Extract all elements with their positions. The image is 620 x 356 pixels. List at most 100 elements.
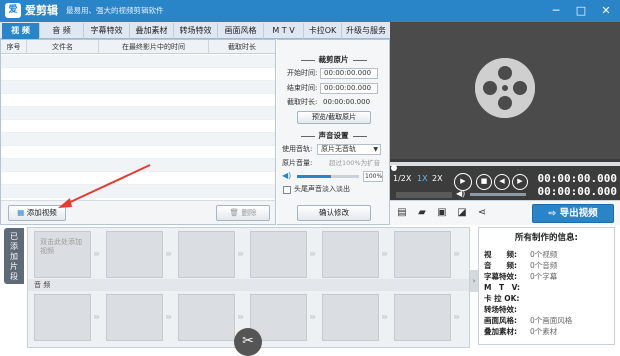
table-row[interactable]: [1, 120, 275, 133]
end-time-input[interactable]: 00:00:00.000: [320, 83, 378, 94]
stop-button[interactable]: ■: [476, 174, 492, 190]
clip-slot[interactable]: [34, 294, 91, 341]
app-slogan: 最易用、强大的视频剪辑软件: [66, 6, 164, 15]
save-icon[interactable]: ▣: [436, 207, 448, 218]
clip-slot[interactable]: [106, 231, 163, 278]
table-row[interactable]: [1, 185, 275, 198]
chevron-right-icon: »: [237, 247, 245, 260]
table-row[interactable]: [1, 133, 275, 146]
add-video-button[interactable]: ▦ 添加视频: [8, 205, 66, 221]
volume-label: 原片音量:: [282, 159, 313, 167]
preview-toolbar: ▤ ▰ ▣ ◪ ⋖ ⇨ 导出视频: [390, 200, 620, 225]
info-label: 叠加素材:: [484, 327, 517, 336]
chevron-right-icon: »: [165, 310, 173, 323]
chevron-right-icon: »: [309, 310, 317, 323]
export-video-button[interactable]: ⇨ 导出视频: [532, 204, 614, 223]
tab-karaoke[interactable]: 卡拉OK: [304, 23, 342, 39]
total-time: 00:00:00.000: [537, 185, 617, 198]
table-row[interactable]: [1, 94, 275, 107]
snapshot-icon[interactable]: ▤: [396, 207, 408, 218]
chevron-down-icon: ▼: [373, 146, 378, 153]
audio-track-label: 音 频: [34, 281, 51, 289]
player-volume-slider[interactable]: [470, 193, 526, 196]
col-index: 序号: [1, 40, 27, 54]
table-row[interactable]: [1, 68, 275, 81]
preview-trim-button[interactable]: 预览/截取原片: [297, 111, 371, 124]
tab-subtitle-effects[interactable]: 字幕特效: [84, 23, 130, 39]
speaker-icon: ◀): [456, 189, 466, 198]
clip-slot[interactable]: [322, 231, 379, 278]
clip-list-panel: 序号 文件名 在最终影片中的时间 截取时长 ▦ 添加视频 🗑 删除: [0, 39, 276, 225]
start-time-label: 开始时间:: [287, 69, 318, 77]
chevron-right-icon: »: [309, 247, 317, 260]
add-video-placeholder: 双击此处添加视频: [40, 238, 82, 255]
info-value: 0个素材: [530, 327, 558, 336]
open-folder-icon[interactable]: ▰: [416, 207, 428, 218]
info-label: 字幕特效:: [484, 272, 517, 281]
speed-double-button[interactable]: 2X: [432, 174, 443, 183]
tab-audio[interactable]: 音 频: [40, 23, 84, 39]
playback-progress-bar[interactable]: [390, 162, 620, 166]
audio-section-title: 声音设置: [277, 130, 390, 141]
col-timeline-time: 在最终影片中的时间: [99, 40, 209, 54]
video-preview[interactable]: [390, 22, 620, 159]
scissors-icon[interactable]: ✂: [234, 328, 262, 356]
tab-mtv[interactable]: M T V: [264, 23, 304, 39]
table-row[interactable]: [1, 159, 275, 172]
table-row[interactable]: [1, 107, 275, 120]
end-time-label: 结束时间:: [287, 84, 318, 92]
tab-video[interactable]: 视 频: [2, 23, 40, 39]
clip-slot[interactable]: [394, 294, 451, 341]
table-row[interactable]: [1, 55, 275, 68]
start-time-input[interactable]: 00:00:00.000: [320, 68, 378, 79]
timeline-panel: 双击此处添加视频 » » » » » » 音 频 » » » » » » ✂: [27, 227, 470, 356]
info-label: M T V:: [484, 283, 521, 292]
collapse-info-button[interactable]: ›: [470, 270, 478, 292]
fade-checkbox[interactable]: [283, 186, 291, 194]
title-bar: 爱 爱剪辑 最易用、强大的视频剪辑软件 ─ □ ✕: [0, 0, 620, 22]
next-frame-button[interactable]: ▶: [512, 174, 528, 190]
audio-track[interactable]: [28, 279, 469, 291]
fade-label: 头尾声音淡入淡出: [294, 185, 350, 193]
clip-slot[interactable]: [394, 231, 451, 278]
share-icon[interactable]: ⋖: [476, 207, 488, 218]
table-row[interactable]: [1, 146, 275, 159]
clip-slot[interactable]: [106, 294, 163, 341]
maximize-button[interactable]: □: [573, 3, 589, 19]
tab-overlay[interactable]: 叠加素材: [130, 23, 174, 39]
progress-handle[interactable]: [391, 165, 397, 171]
volume-value[interactable]: 100%: [363, 171, 383, 182]
clip-slot[interactable]: 双击此处添加视频: [34, 231, 91, 278]
added-clips-tab[interactable]: 已添加片段: [4, 228, 24, 284]
speed-normal-button[interactable]: 1X: [417, 174, 428, 183]
frame-slider[interactable]: [396, 192, 452, 198]
audio-track-select[interactable]: 原片无音轨 ▼: [317, 144, 381, 155]
current-time: 00:00:00.000: [537, 172, 617, 185]
info-label: 视 频:: [484, 250, 517, 259]
close-button[interactable]: ✕: [598, 3, 614, 19]
clip-slot[interactable]: [322, 294, 379, 341]
delete-clip-button[interactable]: 🗑 删除: [216, 205, 270, 221]
table-row[interactable]: [1, 81, 275, 94]
app-name: 爱剪辑: [25, 4, 58, 17]
info-title: 所有制作的信息:: [515, 233, 578, 243]
chevron-right-icon: »: [165, 247, 173, 260]
clip-slot[interactable]: [178, 231, 235, 278]
chevron-right-icon: »: [453, 310, 461, 323]
tab-picture-style[interactable]: 画面风格: [218, 23, 264, 39]
speed-half-button[interactable]: 1/2X: [393, 174, 411, 183]
info-label: 画面风格:: [484, 316, 517, 325]
clip-slot[interactable]: [178, 294, 235, 341]
volume-slider[interactable]: [297, 175, 359, 178]
prev-frame-button[interactable]: ◀: [494, 174, 510, 190]
minimize-button[interactable]: ─: [548, 3, 564, 19]
save-as-icon[interactable]: ◪: [456, 207, 468, 218]
tab-upgrade-service[interactable]: 升级与服务: [342, 23, 390, 39]
tab-transitions[interactable]: 转场特效: [174, 23, 218, 39]
confirm-changes-button[interactable]: 确认修改: [297, 205, 371, 221]
clip-slot[interactable]: [250, 231, 307, 278]
chevron-right-icon: »: [237, 310, 245, 323]
table-row[interactable]: [1, 172, 275, 185]
export-icon: ⇨: [548, 208, 560, 219]
info-value: 0个字幕: [530, 272, 558, 281]
